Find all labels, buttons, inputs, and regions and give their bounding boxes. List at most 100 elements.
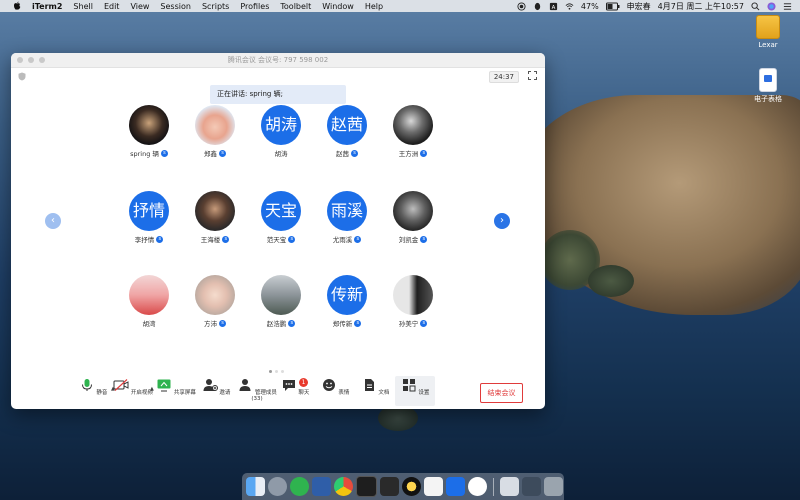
tencent-meeting-icon[interactable] <box>446 477 465 496</box>
menu-clock[interactable]: 4月7日 周二 上午10:57 <box>658 1 744 12</box>
spotlight-search-icon[interactable] <box>751 1 760 11</box>
previous-page-button[interactable]: ‹ <box>45 213 61 229</box>
app-icon[interactable] <box>468 477 487 496</box>
apple-icon[interactable] <box>12 1 22 11</box>
page-dot[interactable] <box>281 370 284 373</box>
mic-status-icon: s <box>420 319 428 327</box>
minimize-window-button[interactable] <box>28 57 34 63</box>
chat-button[interactable]: 聊天 1 <box>275 378 315 396</box>
page-dot[interactable] <box>275 370 278 373</box>
menu-shell[interactable]: Shell <box>73 2 93 11</box>
participant-tile[interactable]: 天宝 范天宝 s <box>248 191 314 244</box>
chrome-icon[interactable] <box>334 477 353 496</box>
menu-profiles[interactable]: Profiles <box>240 2 269 11</box>
menu-edit[interactable]: Edit <box>104 2 120 11</box>
fullscreen-icon[interactable] <box>528 71 537 80</box>
participant-tile[interactable]: spring 辆s <box>116 105 182 158</box>
menu-scripts[interactable]: Scripts <box>202 2 229 11</box>
meeting-toolbar: 静音 ▲ 开启视频 ▲ 共享屏幕 邀请 管理成员(33) 聊天 1 表情 文档 … <box>11 376 545 409</box>
menu-toolbelt[interactable]: Toolbelt <box>280 2 311 11</box>
participant-tile[interactable]: 胡湾 <box>116 275 182 328</box>
battery-icon[interactable] <box>605 2 620 11</box>
end-meeting-button[interactable]: 结束会议 <box>480 383 523 403</box>
wps-icon[interactable] <box>312 477 331 496</box>
participant-tile[interactable]: 雨溪 尤雨溪 s <box>314 191 380 244</box>
menu-view[interactable]: View <box>130 2 149 11</box>
participant-tile[interactable]: 传新 郑传新 s <box>314 275 380 328</box>
meeting-timer: 24:37 <box>488 71 519 83</box>
siri-icon[interactable] <box>767 1 776 11</box>
video-button[interactable]: 开启视频 <box>113 378 153 396</box>
meeting-window: 腾讯会议 会议号: 797 598 002 24:37 正在讲话: spring… <box>11 53 545 409</box>
window-controls <box>17 57 45 63</box>
menu-user-name[interactable]: 申宏春 <box>627 1 651 12</box>
menu-window[interactable]: Window <box>322 2 354 11</box>
mic-status-icon: s <box>420 149 428 157</box>
typora-icon[interactable] <box>424 477 443 496</box>
participant-tile[interactable]: 赵茜 赵茜 s <box>314 105 380 158</box>
participant-tile[interactable]: 郑鑫 s <box>182 105 248 158</box>
mic-status-icon: s <box>222 235 230 243</box>
manage-members-button[interactable]: 管理成员(33) <box>234 378 280 402</box>
avatar <box>129 105 169 145</box>
avatar: 传新 <box>327 275 367 315</box>
participant-tile[interactable]: 王方洲 s <box>380 105 446 158</box>
chat-icon <box>282 380 295 391</box>
chat-unread-badge: 1 <box>299 378 308 387</box>
launchpad-icon[interactable] <box>268 477 287 496</box>
page-indicator <box>269 370 284 373</box>
menu-help[interactable]: Help <box>365 2 383 11</box>
share-screen-button[interactable]: 共享屏幕 <box>156 378 196 396</box>
menu-session[interactable]: Session <box>160 2 191 11</box>
terminal-icon[interactable] <box>356 476 377 497</box>
participant-tile[interactable]: 王海楼 s <box>182 191 248 244</box>
iterm-icon[interactable] <box>380 477 399 496</box>
participant-tile[interactable]: 抒情 李抒情 s <box>116 191 182 244</box>
avatar <box>195 275 235 315</box>
participant-tile[interactable]: 方沛 s <box>182 275 248 328</box>
trash-icon[interactable] <box>544 477 563 496</box>
qq-icon[interactable] <box>402 477 421 496</box>
page-dot[interactable] <box>269 370 272 373</box>
mic-status-icon: s <box>354 235 362 243</box>
downloads-stack-icon[interactable] <box>522 477 541 496</box>
desktop-item-spreadsheet[interactable]: 电子表格 <box>746 68 790 104</box>
wifi-icon[interactable] <box>565 2 574 11</box>
settings-grid-icon <box>402 379 416 392</box>
settings-button[interactable]: 设置 <box>395 376 435 406</box>
desktop-item-lexar[interactable]: Lexar <box>746 15 790 49</box>
svg-text:A: A <box>552 4 556 10</box>
participant-tile[interactable]: 孙美宁 s <box>380 275 446 328</box>
close-window-button[interactable] <box>17 57 23 63</box>
document-icon <box>364 379 374 391</box>
avatar <box>195 191 235 231</box>
qq-icon[interactable] <box>533 2 542 11</box>
wechat-icon[interactable] <box>290 477 309 496</box>
participant-tile[interactable]: 胡涛 胡涛 <box>248 105 314 158</box>
active-speaker-banner: 正在讲话: spring 辆; <box>210 85 346 104</box>
mic-status-icon: s <box>156 235 164 243</box>
participant-name: 赵茜 <box>336 150 349 158</box>
finder-icon[interactable] <box>246 477 265 496</box>
window-title: 腾讯会议 会议号: 797 598 002 <box>227 56 329 64</box>
video-options-caret-icon[interactable]: ▲ <box>150 386 154 392</box>
window-titlebar[interactable]: 腾讯会议 会议号: 797 598 002 <box>11 53 545 68</box>
drive-icon <box>756 15 780 39</box>
participant-name: 王方洲 <box>398 150 419 158</box>
menu-app-name[interactable]: iTerm2 <box>32 2 62 11</box>
keyboard-input-icon[interactable]: A <box>549 2 558 11</box>
invite-button[interactable]: 邀请 <box>196 378 236 396</box>
record-icon[interactable] <box>517 1 526 11</box>
participant-name: 胡涛 <box>274 150 288 158</box>
participant-name: 李抒情 <box>134 236 155 244</box>
zoom-window-button[interactable] <box>39 57 45 63</box>
documents-button[interactable]: 文档 <box>355 378 395 396</box>
next-page-button[interactable]: › <box>494 213 510 229</box>
preview-icon[interactable] <box>500 477 519 496</box>
mute-button[interactable]: 静音 <box>73 378 113 396</box>
emoji-button[interactable]: 表情 <box>315 378 355 396</box>
menu-list-icon[interactable] <box>783 2 792 11</box>
participant-tile[interactable]: 刘凯金 s <box>380 191 446 244</box>
participant-tile[interactable]: 赵浩鹏 s <box>248 275 314 328</box>
security-shield-icon[interactable] <box>18 72 26 81</box>
